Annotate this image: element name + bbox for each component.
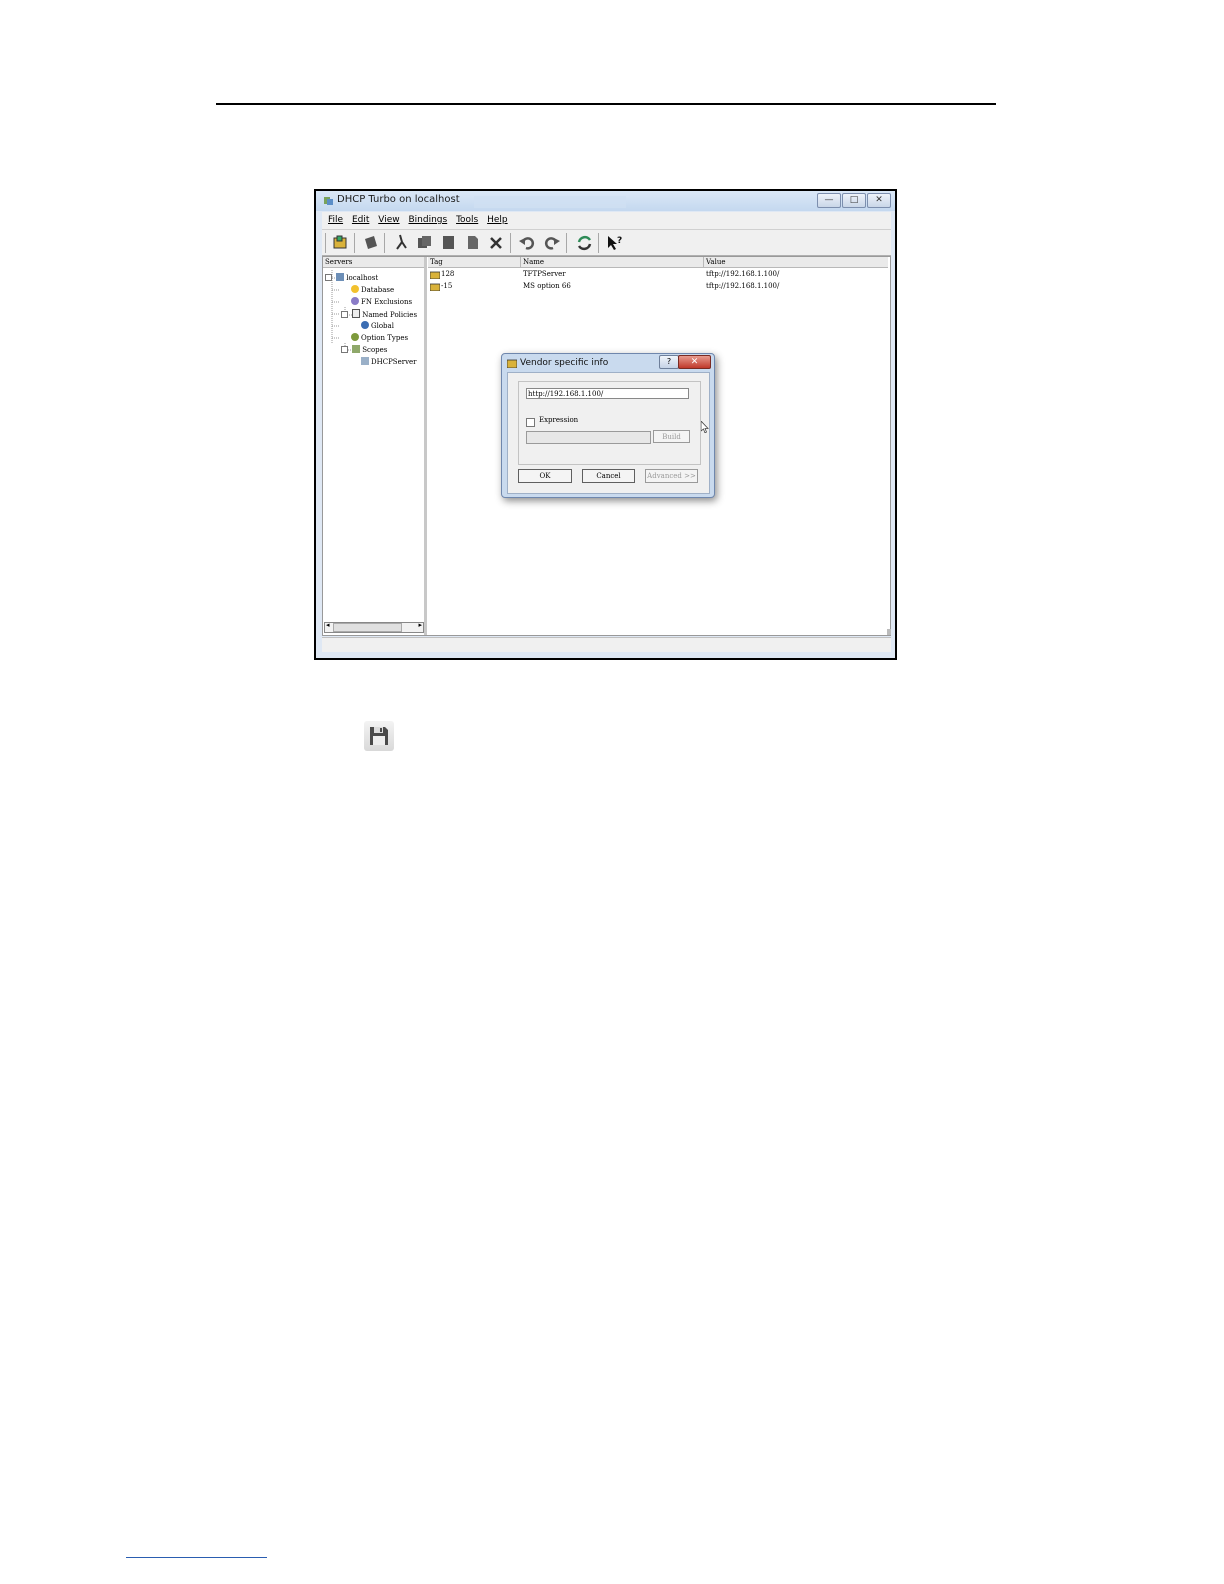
window-close-button[interactable]: ✕ bbox=[867, 193, 891, 208]
menu-view[interactable]: View bbox=[378, 215, 399, 225]
context-help-icon[interactable]: ? bbox=[606, 234, 623, 251]
server-icon bbox=[336, 273, 345, 281]
vendor-info-group: http://192.168.1.100/ Expression Build bbox=[518, 381, 701, 465]
tree-item-fn-exclusions[interactable]: FN Exclusions bbox=[351, 297, 412, 307]
tree-item-option-types[interactable]: Option Types bbox=[351, 333, 408, 343]
build-button[interactable]: Build bbox=[653, 430, 690, 443]
resize-grip-icon[interactable] bbox=[887, 629, 891, 635]
row-tag: -15 bbox=[441, 282, 453, 290]
left-horizontal-scrollbar[interactable]: ◂ ▸ bbox=[324, 621, 424, 633]
menu-help[interactable]: Help bbox=[487, 215, 508, 225]
menu-file[interactable]: File bbox=[328, 215, 343, 225]
menu-bindings[interactable]: Bindings bbox=[408, 215, 447, 225]
scroll-right-icon[interactable]: ▸ bbox=[418, 621, 422, 629]
dialog-title: Vendor specific info bbox=[520, 358, 609, 368]
toolbar-separator bbox=[510, 233, 511, 253]
scroll-left-icon[interactable]: ◂ bbox=[326, 621, 330, 629]
floppy-disk-icon bbox=[370, 727, 388, 745]
policies-icon bbox=[352, 309, 361, 318]
top-rule bbox=[216, 103, 996, 105]
tree-item-localhost[interactable]: localhost bbox=[325, 273, 378, 283]
dialog-option-icon bbox=[507, 359, 517, 368]
column-header-tag[interactable]: Tag bbox=[428, 257, 521, 268]
background-window-blur bbox=[474, 196, 626, 208]
window-title: DHCP Turbo on localhost bbox=[337, 194, 460, 205]
toolbar-separator bbox=[354, 233, 355, 253]
option-types-icon bbox=[351, 333, 359, 341]
redo-icon[interactable] bbox=[544, 234, 561, 251]
properties-icon[interactable] bbox=[488, 234, 505, 251]
servers-pane: Servers localhost Database FN Exclusions… bbox=[323, 257, 427, 635]
app-icon bbox=[324, 197, 333, 205]
database-icon bbox=[351, 285, 359, 293]
footer-link-rule bbox=[126, 1557, 267, 1558]
mouse-cursor-icon bbox=[701, 421, 709, 433]
stop-icon[interactable] bbox=[362, 234, 379, 251]
row-name: TFTPServer bbox=[523, 270, 566, 278]
vendor-info-input[interactable]: http://192.168.1.100/ bbox=[526, 388, 689, 399]
toolbar-separator bbox=[325, 233, 326, 253]
refresh-icon[interactable] bbox=[576, 234, 593, 251]
save-icon bbox=[364, 721, 394, 751]
tree-item-named-policies[interactable]: Named Policies bbox=[341, 309, 417, 320]
option-row-icon bbox=[430, 283, 440, 291]
scope-server-icon bbox=[361, 357, 369, 365]
expression-label: Expression bbox=[539, 416, 579, 424]
toolbar-separator bbox=[384, 233, 385, 253]
row-name: MS option 66 bbox=[523, 282, 571, 290]
expression-checkbox[interactable] bbox=[526, 418, 535, 427]
window-titlebar: DHCP Turbo on localhost — □ ✕ bbox=[316, 191, 895, 211]
scroll-thumb[interactable] bbox=[333, 623, 402, 632]
maximize-button[interactable]: □ bbox=[842, 193, 866, 208]
toolbar: ? bbox=[322, 230, 891, 256]
menu-edit[interactable]: Edit bbox=[352, 215, 369, 225]
tree-item-global[interactable]: Global bbox=[361, 321, 394, 331]
advanced-button[interactable]: Advanced >> bbox=[645, 469, 698, 483]
toolbar-separator bbox=[566, 233, 567, 253]
svg-text:?: ? bbox=[617, 236, 622, 246]
dialog-close-button[interactable]: ✕ bbox=[678, 355, 711, 369]
undo-icon[interactable] bbox=[518, 234, 535, 251]
dhcp-turbo-screenshot: DHCP Turbo on localhost — □ ✕ File Edit … bbox=[314, 189, 897, 660]
row-tag: 128 bbox=[441, 270, 455, 278]
ok-button[interactable]: OK bbox=[518, 469, 572, 483]
copy-icon[interactable] bbox=[416, 234, 433, 251]
minimize-button[interactable]: — bbox=[817, 193, 841, 208]
cut-icon[interactable] bbox=[392, 234, 409, 251]
paste-icon[interactable] bbox=[440, 234, 457, 251]
tree-item-database[interactable]: Database bbox=[351, 285, 394, 295]
option-row-icon bbox=[430, 271, 440, 279]
tree-item-dhcpserver[interactable]: DHCPServer bbox=[361, 357, 417, 367]
toolbar-separator bbox=[598, 233, 599, 253]
new-server-icon[interactable] bbox=[332, 234, 349, 251]
row-value: tftp://192.168.1.100/ bbox=[706, 270, 780, 278]
column-header-name[interactable]: Name bbox=[521, 257, 704, 268]
row-value: tftp://192.168.1.100/ bbox=[706, 282, 780, 290]
menu-tools[interactable]: Tools bbox=[456, 215, 478, 225]
vendor-specific-info-dialog: Vendor specific info ? ✕ http://192.168.… bbox=[501, 353, 715, 498]
tree-item-scopes[interactable]: Scopes bbox=[341, 345, 387, 355]
exclusions-icon bbox=[351, 297, 359, 305]
dialog-help-button[interactable]: ? bbox=[659, 355, 679, 369]
document-icon[interactable] bbox=[464, 234, 481, 251]
menubar: File Edit View Bindings Tools Help bbox=[322, 212, 891, 230]
global-icon bbox=[361, 321, 369, 329]
dialog-body: http://192.168.1.100/ Expression Build O… bbox=[507, 372, 710, 494]
cancel-button[interactable]: Cancel bbox=[582, 469, 635, 483]
expression-field[interactable] bbox=[526, 431, 651, 444]
column-header-value[interactable]: Value bbox=[704, 257, 888, 268]
status-bar bbox=[322, 637, 891, 652]
scopes-icon bbox=[352, 345, 361, 353]
